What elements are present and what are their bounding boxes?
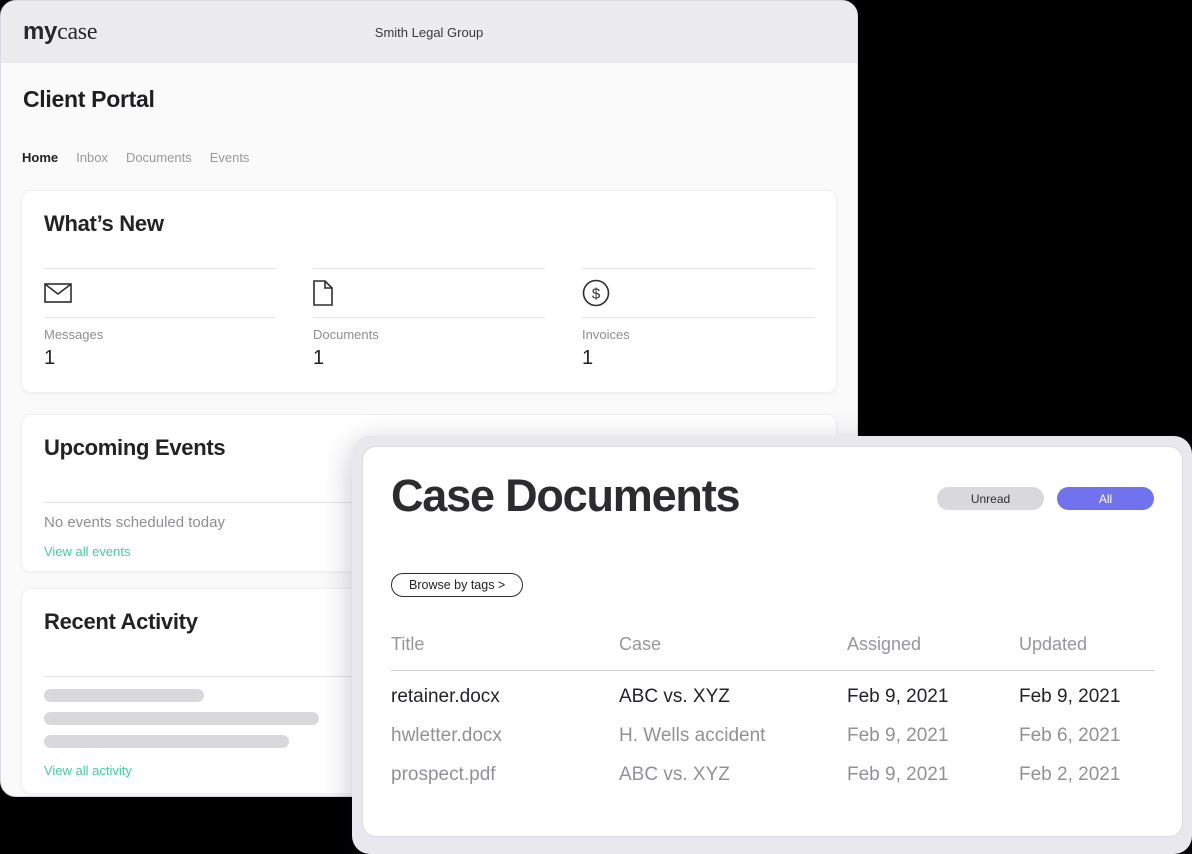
cell-updated: Feb 2, 2021 — [1019, 764, 1154, 786]
column-header-case: Case — [619, 634, 847, 655]
stat-count: 1 — [313, 347, 545, 370]
cell-assigned: Feb 9, 2021 — [847, 686, 1019, 708]
divider — [391, 670, 1154, 671]
table-header-row: Title Case Assigned Updated — [391, 630, 1154, 660]
divider — [44, 317, 276, 318]
case-documents-window: Case Documents Unread All Browse by tags… — [352, 436, 1192, 854]
dollar-icon: $ — [582, 279, 610, 307]
logo-text-my: my — [23, 18, 57, 45]
stat-count: 1 — [582, 347, 814, 370]
firm-name: Smith Legal Group — [1, 1, 857, 63]
envelope-icon — [44, 283, 72, 303]
cell-assigned: Feb 9, 2021 — [847, 764, 1019, 786]
cell-assigned: Feb 9, 2021 — [847, 725, 1019, 747]
activity-skeleton-bar — [44, 735, 289, 748]
column-header-title: Title — [391, 634, 619, 655]
stat-tile-messages[interactable]: Messages 1 — [44, 268, 276, 370]
cell-title: prospect.pdf — [391, 764, 619, 786]
view-all-activity-link[interactable]: View all activity — [44, 763, 132, 778]
case-documents-title: Case Documents — [391, 471, 739, 521]
divider — [582, 317, 814, 318]
column-header-updated: Updated — [1019, 634, 1154, 655]
nav-item-inbox[interactable]: Inbox — [76, 150, 108, 165]
column-header-assigned: Assigned — [847, 634, 1019, 655]
table-body: retainer.docx ABC vs. XYZ Feb 9, 2021 Fe… — [391, 678, 1154, 795]
mycase-logo[interactable]: mycase — [23, 20, 97, 44]
stat-tile-invoices[interactable]: $ Invoices 1 — [582, 268, 814, 370]
portal-nav: Home Inbox Documents Events — [22, 150, 837, 165]
page-title: Client Portal — [23, 86, 835, 113]
stat-tile-documents[interactable]: Documents 1 — [313, 268, 545, 370]
stat-label: Invoices — [582, 327, 814, 342]
cell-updated: Feb 6, 2021 — [1019, 725, 1154, 747]
filter-toggle: Unread All — [937, 487, 1154, 510]
case-documents-card: Case Documents Unread All Browse by tags… — [362, 446, 1183, 837]
browse-by-tags-button[interactable]: Browse by tags > — [391, 573, 523, 597]
cell-title: hwletter.docx — [391, 725, 619, 747]
stat-label: Messages — [44, 327, 276, 342]
cell-title: retainer.docx — [391, 686, 619, 708]
table-row[interactable]: hwletter.docx H. Wells accident Feb 9, 2… — [391, 717, 1154, 756]
portal-header: mycase Smith Legal Group — [1, 1, 857, 63]
cell-case: H. Wells accident — [619, 725, 847, 747]
cell-updated: Feb 9, 2021 — [1019, 686, 1154, 708]
whats-new-card: What’s New Messages 1 — [21, 190, 837, 393]
cell-case: ABC vs. XYZ — [619, 764, 847, 786]
activity-skeleton-bar — [44, 689, 204, 702]
table-row[interactable]: retainer.docx ABC vs. XYZ Feb 9, 2021 Fe… — [391, 678, 1154, 717]
documents-table: Title Case Assigned Updated retainer.doc… — [391, 630, 1154, 795]
divider — [313, 317, 545, 318]
stat-label: Documents — [313, 327, 545, 342]
case-documents-header: Case Documents Unread All — [391, 471, 1154, 521]
filter-unread-button[interactable]: Unread — [937, 487, 1044, 510]
document-icon — [313, 280, 333, 306]
nav-item-documents[interactable]: Documents — [126, 150, 192, 165]
svg-text:$: $ — [592, 286, 601, 303]
nav-item-home[interactable]: Home — [22, 150, 58, 165]
filter-all-button[interactable]: All — [1057, 487, 1154, 510]
stat-count: 1 — [44, 347, 276, 370]
cell-case: ABC vs. XYZ — [619, 686, 847, 708]
nav-item-events[interactable]: Events — [210, 150, 250, 165]
whats-new-title: What’s New — [44, 211, 814, 237]
table-row[interactable]: prospect.pdf ABC vs. XYZ Feb 9, 2021 Feb… — [391, 756, 1154, 795]
logo-text-case: case — [57, 19, 97, 45]
whats-new-stats: Messages 1 Documents — [44, 268, 814, 370]
view-all-events-link[interactable]: View all events — [44, 544, 130, 559]
activity-skeleton-bar — [44, 712, 319, 725]
